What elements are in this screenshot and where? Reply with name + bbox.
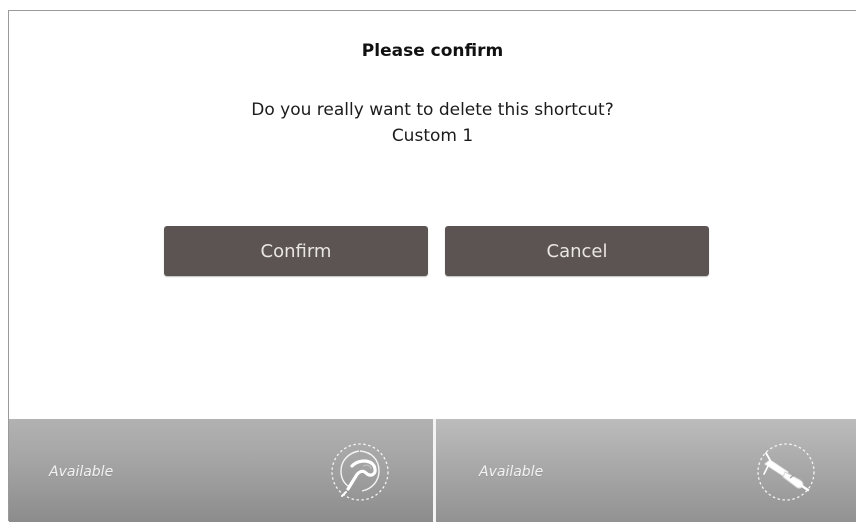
confirm-button[interactable]: Confirm xyxy=(164,226,428,276)
tool-slot-1[interactable]: Available xyxy=(9,419,433,522)
shortcut-name: Custom 1 xyxy=(391,126,474,146)
dialog-title: Please confirm xyxy=(361,41,504,61)
handpiece-tool-icon xyxy=(757,443,815,501)
tool-status-label: Available xyxy=(49,464,114,480)
tool-slot-2[interactable]: Available xyxy=(436,419,856,522)
device-screen: Please confirm Do you really want to del… xyxy=(8,10,856,522)
confirm-dialog: Please confirm Do you really want to del… xyxy=(9,11,856,419)
cancel-button[interactable]: Cancel xyxy=(445,226,709,276)
dialog-message: Do you really want to delete this shortc… xyxy=(9,97,856,149)
scaler-tool-icon xyxy=(331,443,389,501)
dialog-question: Do you really want to delete this shortc… xyxy=(251,100,614,120)
tool-status-label: Available xyxy=(479,464,544,480)
